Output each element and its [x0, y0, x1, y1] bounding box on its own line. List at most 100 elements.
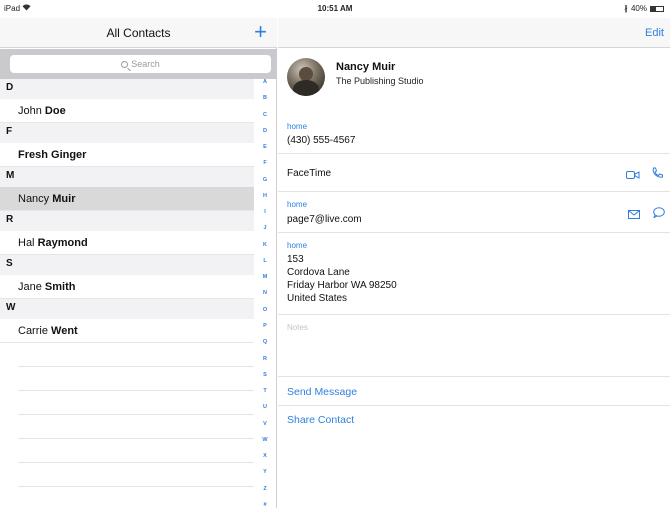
- section-header: F: [0, 123, 254, 143]
- mail-icon[interactable]: [628, 206, 642, 219]
- index-letter[interactable]: H: [263, 193, 267, 199]
- contacts-nav-bar: All Contacts +: [0, 18, 277, 48]
- avatar: [287, 58, 325, 96]
- index-letter[interactable]: O: [263, 307, 267, 313]
- contact-last-name: Fresh Ginger: [18, 149, 87, 161]
- contact-list: D John Doe F Fresh Ginger M Nancy Muir R Hal Ra…: [0, 79, 254, 508]
- index-letter[interactable]: Y: [263, 469, 267, 475]
- index-letter[interactable]: #: [263, 502, 266, 508]
- index-letter[interactable]: X: [263, 453, 267, 459]
- index-letter[interactable]: W: [262, 437, 267, 443]
- index-letter[interactable]: Q: [263, 339, 267, 345]
- contact-row[interactable]: Carrie Went: [0, 319, 254, 343]
- index-letter[interactable]: M: [263, 274, 268, 280]
- index-letter[interactable]: A: [263, 79, 267, 85]
- notes-field[interactable]: Notes: [278, 315, 670, 377]
- contact-name: Nancy Muir: [336, 61, 396, 73]
- contacts-title: All Contacts: [106, 26, 171, 40]
- contact-last-name: Doe: [44, 105, 66, 117]
- address-line-3: Friday Harbor WA 98250: [287, 280, 397, 291]
- detail-nav-bar: Edit: [278, 18, 670, 48]
- index-letter[interactable]: U: [263, 404, 267, 410]
- index-letter[interactable]: K: [263, 242, 267, 248]
- section-header: S: [0, 255, 254, 275]
- index-letter[interactable]: E: [263, 144, 267, 150]
- contact-row[interactable]: John Doe: [0, 99, 254, 123]
- battery-percent: 40%: [630, 4, 647, 13]
- battery-icon: [650, 5, 664, 12]
- contact-first-name: Jane: [18, 281, 42, 293]
- index-letter[interactable]: J: [263, 225, 266, 231]
- index-letter[interactable]: T: [263, 388, 266, 394]
- facetime-video-icon[interactable]: [626, 167, 640, 179]
- address-line-1: 153: [287, 254, 304, 265]
- add-contact-button[interactable]: +: [254, 20, 267, 44]
- contact-first-name: Carrie: [18, 325, 48, 337]
- share-contact-button[interactable]: Share Contact: [287, 414, 354, 426]
- search-input[interactable]: Search: [10, 55, 271, 73]
- empty-list-row: [18, 439, 254, 463]
- email-value[interactable]: page7@live.com: [287, 213, 362, 226]
- index-letter[interactable]: B: [263, 95, 267, 101]
- contact-last-name: Muir: [52, 193, 76, 205]
- search-bar: Search: [0, 49, 277, 79]
- edit-button[interactable]: Edit: [645, 27, 664, 39]
- phone-label: home: [287, 122, 308, 131]
- contact-first-name: Nancy: [18, 193, 50, 205]
- email-field[interactable]: home page7@live.com: [278, 192, 670, 233]
- contact-last-name: Raymond: [37, 237, 88, 249]
- email-label: home: [287, 200, 308, 209]
- index-letter[interactable]: C: [263, 112, 267, 118]
- contact-first-name: John: [18, 105, 42, 117]
- empty-list-row: [18, 367, 254, 391]
- empty-list-row: [18, 415, 254, 439]
- index-letter[interactable]: L: [263, 258, 266, 264]
- phone-field[interactable]: home (430) 555-4567: [278, 116, 670, 154]
- empty-list-row: [18, 343, 254, 367]
- section-header: M: [0, 167, 254, 187]
- address-field[interactable]: home 153 Cordova Lane Friday Harbor WA 9…: [278, 233, 670, 315]
- facetime-row: FaceTime: [278, 154, 670, 192]
- phone-value[interactable]: (430) 555-4567: [287, 134, 355, 147]
- contact-last-name: Smith: [44, 281, 76, 293]
- send-message-button[interactable]: Send Message: [287, 386, 357, 398]
- index-letter[interactable]: D: [263, 128, 267, 134]
- send-message-row[interactable]: Send Message: [278, 377, 670, 406]
- index-letter[interactable]: R: [263, 356, 267, 362]
- index-letter[interactable]: N: [263, 290, 267, 296]
- share-contact-row[interactable]: Share Contact: [278, 406, 670, 435]
- empty-list-row: [18, 463, 254, 487]
- address-line-2: Cordova Lane: [287, 267, 350, 278]
- contact-row[interactable]: Fresh Ginger: [0, 143, 254, 167]
- index-letter[interactable]: F: [263, 160, 266, 166]
- contact-row[interactable]: Jane Smith: [0, 275, 254, 299]
- section-index[interactable]: A B C D E F G H I J K L M N O P Q R S T U V W X Y Z #: [257, 79, 273, 508]
- status-right: ∦ 40%: [624, 4, 664, 13]
- index-letter[interactable]: P: [263, 323, 267, 329]
- status-bar: iPad 10:51 AM ∦ 40%: [0, 0, 670, 18]
- index-letter[interactable]: S: [263, 372, 267, 378]
- contact-last-name: Went: [51, 325, 78, 337]
- message-icon[interactable]: [653, 205, 667, 219]
- section-header: R: [0, 211, 254, 231]
- index-letter[interactable]: G: [263, 177, 267, 183]
- index-letter[interactable]: Z: [263, 486, 266, 492]
- contact-detail-pane: Edit Nancy Muir The Publishing Studio ho…: [278, 18, 670, 508]
- status-time: 10:51 AM: [317, 4, 353, 13]
- facetime-label: FaceTime: [287, 168, 332, 179]
- search-placeholder: Search: [131, 59, 160, 69]
- section-header: W: [0, 299, 254, 319]
- section-header: D: [0, 79, 254, 99]
- address-line-4: United States: [287, 293, 348, 304]
- contacts-list-pane: All Contacts + Search D John Doe F Fresh Gi…: [0, 18, 277, 508]
- contact-row[interactable]: Hal Raymond: [0, 231, 254, 255]
- index-letter[interactable]: I: [264, 209, 266, 215]
- address-label: home: [287, 241, 308, 250]
- index-letter[interactable]: V: [263, 421, 267, 427]
- search-icon: [121, 61, 129, 68]
- empty-list-row: [18, 391, 254, 415]
- notes-label: Notes: [287, 323, 308, 332]
- company-name: The Publishing Studio: [336, 76, 424, 86]
- facetime-audio-icon[interactable]: [651, 166, 665, 178]
- contact-row[interactable]: Nancy Muir: [0, 187, 254, 211]
